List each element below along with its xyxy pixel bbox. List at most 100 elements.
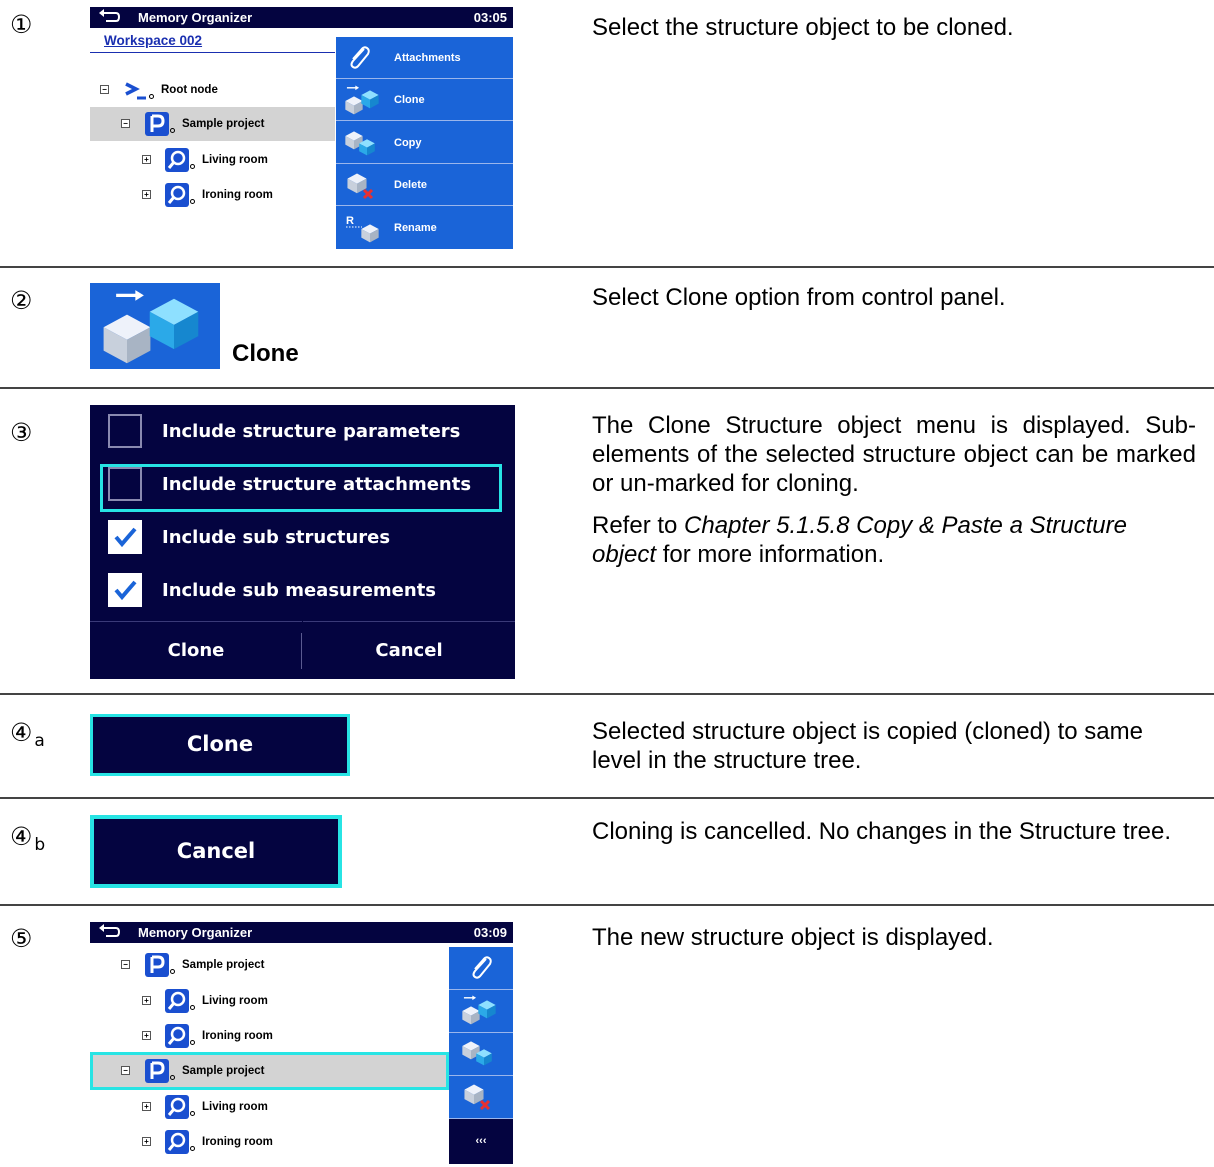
panel-clone-button[interactable]: Clone — [336, 79, 513, 121]
panel-rename-button[interactable]: R Rename — [336, 207, 513, 249]
expand-icon[interactable]: + — [142, 1137, 151, 1146]
dialog-clone-button[interactable]: Clone — [90, 621, 302, 679]
attachments-button[interactable] — [449, 947, 513, 990]
option-label: Include structure attachments — [162, 474, 472, 495]
root-prompt-icon — [125, 82, 146, 100]
panel-copy-button[interactable]: Copy — [336, 122, 513, 164]
collapse-icon[interactable]: − — [100, 85, 109, 94]
copy-icon — [345, 131, 375, 156]
clock: 03:05 — [473, 10, 507, 25]
clone-icon-label: Clone — [232, 340, 299, 367]
step-3-text: The Clone Structure object menu is displ… — [592, 412, 1196, 497]
expand-icon[interactable]: + — [142, 155, 151, 164]
tree-node-ironing-room[interactable]: + Ironing room — [90, 178, 335, 212]
room-icon — [164, 1094, 190, 1120]
paperclip-icon — [344, 43, 374, 73]
workspace-divider — [90, 52, 335, 53]
screen-header: Memory Organizer 03:09 — [90, 922, 513, 943]
step-4a-description: Selected structure object is copied (clo… — [592, 718, 1143, 774]
paperclip-icon — [466, 953, 496, 983]
project-icon — [144, 952, 170, 978]
status-dot — [190, 1040, 195, 1045]
row-divider — [0, 797, 1214, 799]
status-dot — [190, 199, 195, 204]
back-arrow-icon[interactable] — [98, 924, 120, 941]
tree-node-ironing-room[interactable]: + Ironing room — [90, 1125, 449, 1159]
checkbox-structure-attachments[interactable] — [108, 467, 142, 501]
tree-node-sample-project[interactable]: − Sample project — [90, 107, 335, 141]
tree-node-label: Ironing room — [202, 1030, 273, 1042]
panel-delete-button[interactable]: Delete — [336, 164, 513, 206]
checkbox-sub-structures[interactable] — [108, 520, 142, 554]
status-dot — [149, 94, 154, 99]
room-icon — [164, 182, 190, 208]
panel-attachments-button[interactable]: Attachments — [336, 37, 513, 79]
row-divider — [0, 904, 1214, 906]
dialog-cancel-button[interactable]: Cancel — [303, 621, 515, 679]
status-dot — [190, 1146, 195, 1151]
step-1-description: Select the structure object to be cloned… — [592, 14, 1014, 41]
clone-button-small[interactable] — [449, 990, 513, 1033]
cancel-button[interactable]: Cancel — [90, 815, 342, 888]
clone-structure-dialog: Include structure parameters Include str… — [90, 405, 515, 679]
tree-node-living-room[interactable]: + Living room — [90, 143, 335, 177]
status-dot — [170, 128, 175, 133]
tree-node-sample-project[interactable]: − Sample project — [90, 948, 449, 982]
tree-node-label: Living room — [202, 1101, 268, 1113]
memory-organizer-screen-1: Memory Organizer 03:05 Workspace 002 − R… — [90, 7, 513, 249]
step-5-description: The new structure object is displayed. — [592, 924, 994, 951]
reference-prefix: Refer to — [592, 512, 685, 539]
room-icon — [164, 147, 190, 173]
reference-suffix: for more information. — [656, 541, 885, 568]
step-3-reference: Refer to Chapter 5.1.5.8 Copy & Paste a … — [592, 511, 1196, 569]
clone-button[interactable]: Clone — [90, 714, 350, 776]
tree-node-label: Living room — [202, 154, 268, 166]
step-number-5: ⑤ — [10, 924, 33, 953]
button-divider — [301, 633, 302, 669]
status-dot — [190, 1111, 195, 1116]
option-label: Include sub measurements — [162, 580, 437, 601]
tree-node-label: Ironing room — [202, 1136, 273, 1148]
check-icon — [114, 580, 137, 601]
checkbox-structure-parameters[interactable] — [108, 414, 142, 448]
step-2-description: Select Clone option from control panel. — [592, 284, 1006, 311]
tree-node-living-room[interactable]: + Living room — [90, 1090, 449, 1124]
delete-button-small[interactable] — [449, 1076, 513, 1119]
clone-icon — [345, 85, 379, 115]
focus-highlight — [90, 1052, 449, 1090]
screen-title: Memory Organizer — [138, 925, 253, 940]
copy-icon — [462, 1041, 492, 1066]
clone-large-icon — [90, 283, 220, 369]
expand-icon[interactable]: + — [142, 190, 151, 199]
back-arrow-icon[interactable] — [98, 9, 120, 26]
expand-icon[interactable]: + — [142, 996, 151, 1005]
project-icon — [144, 111, 170, 137]
step-number-4b: ④b — [10, 822, 46, 855]
step-number-3: ③ — [10, 418, 33, 447]
clock: 03:09 — [473, 925, 507, 940]
screen-header: Memory Organizer 03:05 — [90, 7, 513, 28]
memory-organizer-screen-2: Memory Organizer 03:09 − Sample project … — [90, 922, 513, 1164]
expand-icon[interactable]: + — [142, 1031, 151, 1040]
tree-node-label: Root node — [161, 84, 218, 96]
panel-item-label: Delete — [394, 179, 428, 191]
panel-item-label: Rename — [394, 222, 437, 234]
option-label: Include sub structures — [162, 527, 391, 548]
workspace-name[interactable]: Workspace 002 — [104, 33, 202, 48]
clone-icon — [103, 289, 199, 364]
control-panel-collapsed: ‹‹‹ — [449, 947, 513, 1164]
tree-node-root[interactable]: − Root node — [90, 73, 335, 107]
checkbox-sub-measurements[interactable] — [108, 573, 142, 607]
collapse-icon[interactable]: − — [121, 960, 130, 969]
panel-item-label: Copy — [394, 137, 422, 149]
row-divider — [0, 387, 1214, 389]
room-icon — [164, 1023, 190, 1049]
status-dot — [170, 969, 175, 974]
tree-node-ironing-room[interactable]: + Ironing room — [90, 1019, 449, 1053]
collapse-icon[interactable]: − — [121, 119, 130, 128]
expand-icon[interactable]: + — [142, 1102, 151, 1111]
step-3-description: The Clone Structure object menu is displ… — [592, 411, 1196, 569]
copy-button-small[interactable] — [449, 1033, 513, 1076]
tree-node-living-room[interactable]: + Living room — [90, 984, 449, 1018]
more-options-button[interactable]: ‹‹‹ — [449, 1119, 513, 1164]
